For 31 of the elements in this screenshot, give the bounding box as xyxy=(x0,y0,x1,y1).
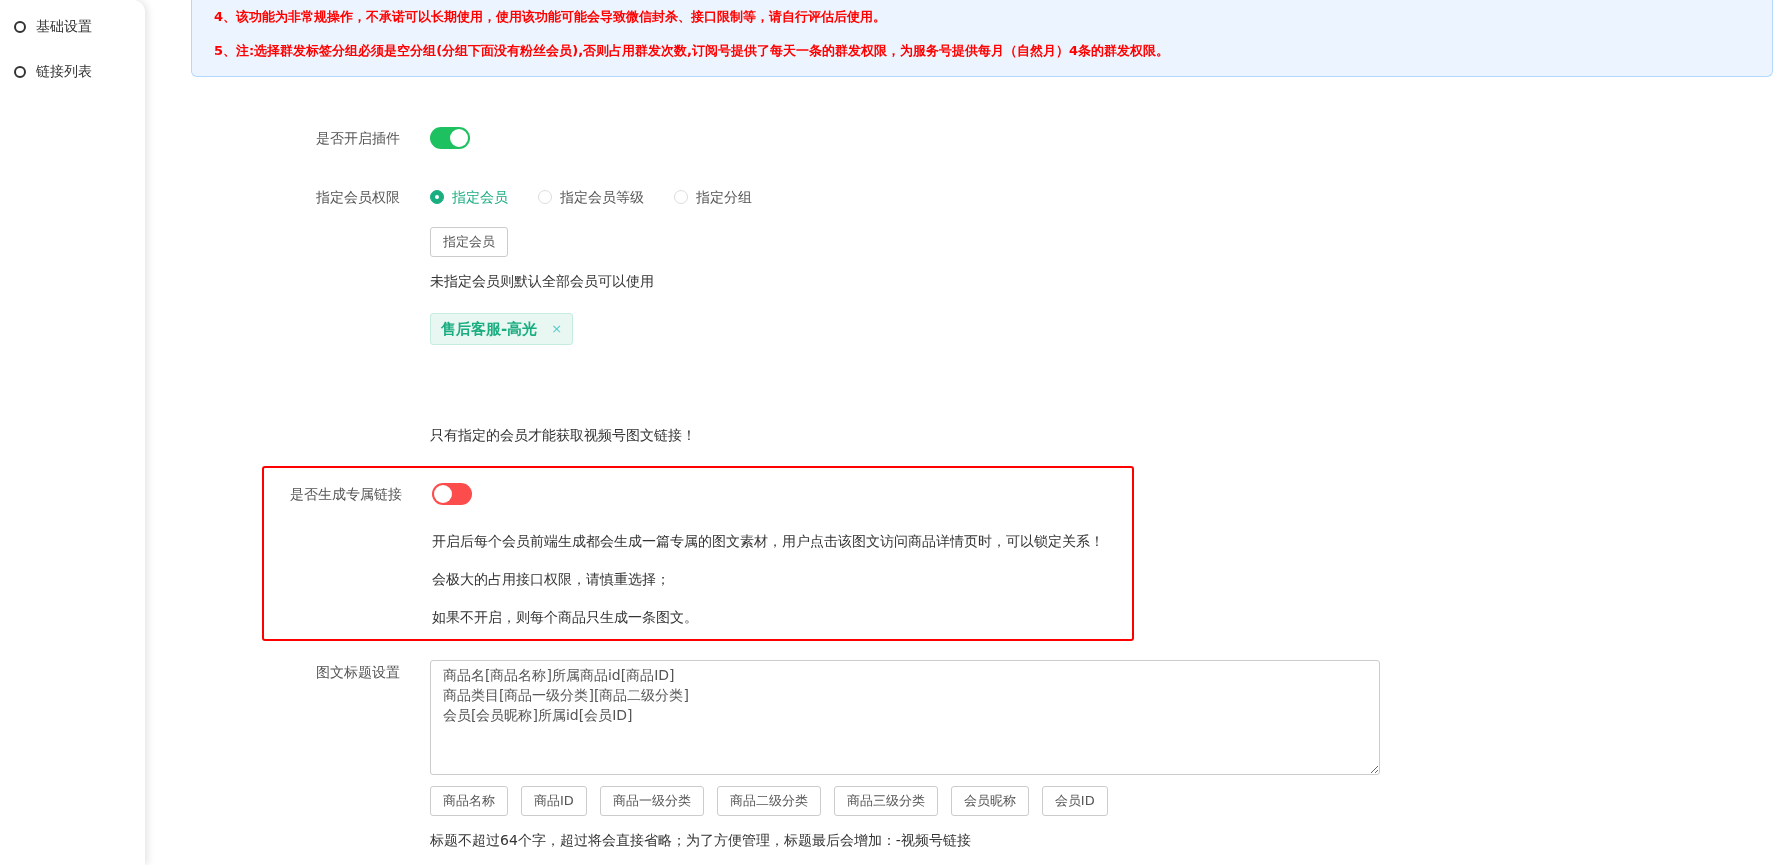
variable-button[interactable]: 会员昵称 xyxy=(950,786,1029,816)
sidebar-item[interactable]: 链接列表 xyxy=(0,49,145,94)
help-text: 标题不超过64个字，超过将会直接省略；为了方便管理，标题最后会增加：-视频号链接 xyxy=(430,830,972,850)
help-text: 如果不开启，则每个商品只生成一条图文。 xyxy=(432,607,699,627)
tag-label: 售后客服-高光 xyxy=(441,318,538,340)
variable-button[interactable]: 商品一级分类 xyxy=(599,786,704,816)
notice-text: 4、该功能为非常规操作，不承诺可以长期使用，使用该功能可能会导致微信封杀、接口限制等，请自行评估后使用。 xyxy=(214,8,888,26)
variable-button[interactable]: 商品名称 xyxy=(430,786,508,816)
circle-icon xyxy=(14,20,26,33)
field-label: 是否生成专属链接 xyxy=(290,486,402,502)
variable-button[interactable]: 会员ID xyxy=(1041,786,1108,816)
radio-button[interactable] xyxy=(430,189,444,204)
toggle-switch[interactable] xyxy=(430,127,470,149)
help-text: 开启后每个会员前端生成都会生成一篇专属的图文素材，用户点击该图文访问商品详情页时，可以锁定关系！ xyxy=(432,531,1105,551)
help-text: 会极大的占用接口权限，请慎重选择； xyxy=(432,569,671,589)
variable-button[interactable]: 商品二级分类 xyxy=(716,786,821,816)
field-label: 是否开启插件 xyxy=(316,130,400,146)
radio-label[interactable]: 指定会员等级 xyxy=(560,184,644,209)
notice-text: 5、注:选择群发标签分组必须是空分组(分组下面没有粉丝会员),否则占用群发次数,订阅号提供了每天一条的群发权限，为服务号提供每月（自然月）4条的群发权限。 xyxy=(214,42,1171,60)
help-text: 未指定会员则默认全部会员可以使用 xyxy=(430,271,655,291)
assign-button[interactable]: 指定会员 xyxy=(430,227,508,257)
help-text: 只有指定的会员才能获取视频号图文链接！ xyxy=(430,426,697,445)
variable-button[interactable]: 商品三级分类 xyxy=(833,786,938,816)
variable-button[interactable]: 商品ID xyxy=(521,786,587,816)
circle-icon xyxy=(14,65,26,78)
title-template-field[interactable]: 商品名[商品名称]所属商品id[商品ID] 商品类目[商品一级分类][商品二级分类] 会员[会员昵称]所属id[会员ID] xyxy=(430,659,1380,775)
field-label: 指定会员权限 xyxy=(316,188,400,205)
toggle-switch[interactable] xyxy=(432,483,472,505)
sidebar-item[interactable]: 基础设置 xyxy=(0,4,145,49)
radio-label[interactable]: 指定分组 xyxy=(696,184,752,209)
field-label: 图文标题设置 xyxy=(316,663,400,680)
